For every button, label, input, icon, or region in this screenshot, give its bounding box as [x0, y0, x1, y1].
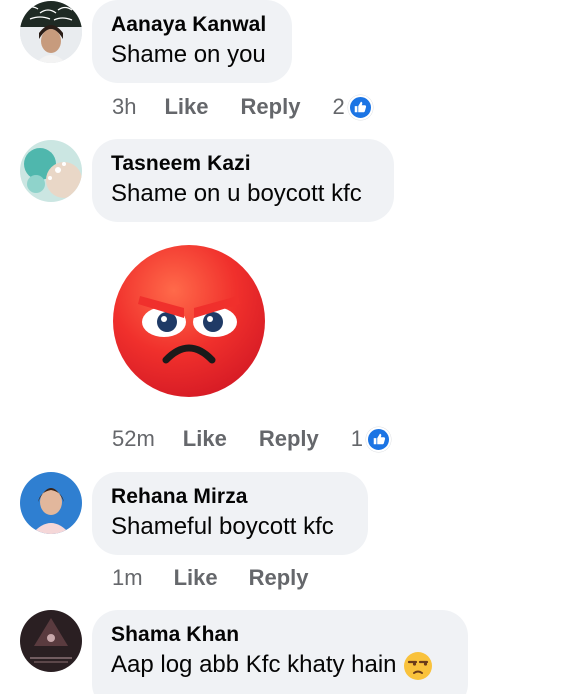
like-button[interactable]: Like [183, 426, 227, 452]
thumbs-up-icon [347, 94, 373, 120]
comment-bubble: Aanaya Kanwal Shame on you [92, 0, 292, 83]
comment-bubble: Rehana Mirza Shameful boycott kfc [92, 472, 368, 555]
comment-bubble: Shama Khan Aap log abb Kfc khaty hain [92, 610, 468, 694]
angry-face-sticker[interactable] [112, 244, 266, 398]
comment-actions: 1m Like Reply [112, 563, 309, 593]
comment-text: Shame on you [111, 41, 266, 68]
thumbs-up-icon [366, 426, 391, 452]
like-button[interactable]: Like [164, 94, 208, 120]
avatar[interactable] [20, 472, 82, 534]
reply-button[interactable]: Reply [241, 94, 301, 120]
avatar[interactable] [20, 1, 82, 63]
like-button[interactable]: Like [174, 565, 218, 591]
comment-author[interactable]: Shama Khan [111, 622, 448, 647]
reaction-count[interactable]: 1 [351, 426, 391, 452]
reply-button[interactable]: Reply [259, 426, 319, 452]
reply-button[interactable]: Reply [249, 565, 309, 591]
comment-author[interactable]: Aanaya Kanwal [111, 12, 272, 37]
comment-text: Shameful boycott kfc [111, 513, 334, 540]
avatar[interactable] [20, 610, 82, 672]
comment-actions: 3h Like Reply 2 [112, 92, 373, 122]
comment-author[interactable]: Rehana Mirza [111, 484, 348, 509]
comment-time[interactable]: 3h [112, 94, 136, 120]
comment-text: Aap log abb Kfc khaty hain [111, 650, 448, 681]
comment-bubble: Tasneem Kazi Shame on u boycott kfc [92, 139, 394, 222]
unamused-face-icon [403, 651, 433, 681]
comment-actions: 52m Like Reply 1 [112, 424, 391, 454]
reaction-count-value: 2 [332, 94, 345, 119]
avatar[interactable] [20, 140, 82, 202]
reaction-count-value: 1 [350, 426, 363, 451]
comment-text-content: Aap log abb Kfc khaty hain [111, 651, 397, 678]
comment-time[interactable]: 52m [112, 426, 155, 452]
reaction-count[interactable]: 2 [332, 94, 373, 120]
comment-time[interactable]: 1m [112, 565, 143, 591]
comment-author[interactable]: Tasneem Kazi [111, 151, 374, 176]
comment-text: Shame on u boycott kfc [111, 180, 362, 207]
